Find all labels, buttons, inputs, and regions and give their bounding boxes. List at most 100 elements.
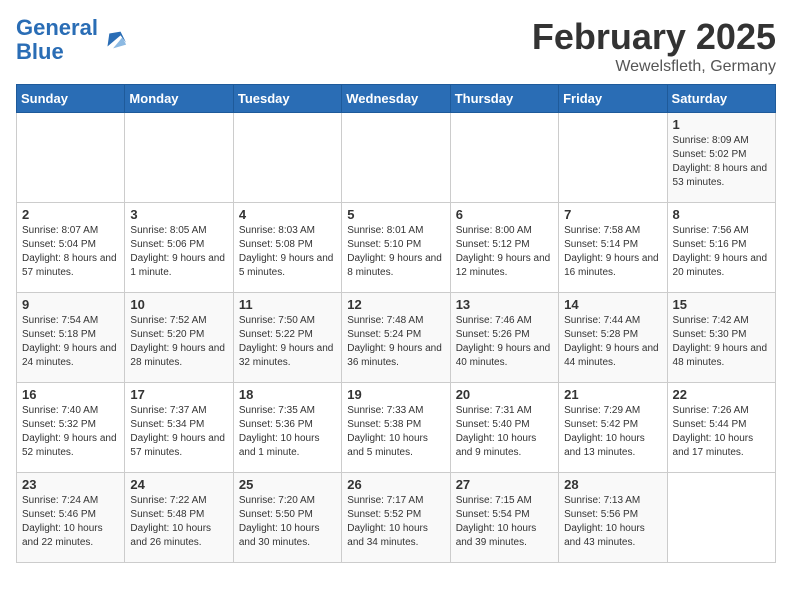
day-cell: 8 Sunrise: 7:56 AM Sunset: 5:16 PM Daylig… [667, 203, 775, 293]
day-info: Sunrise: 8:09 AM Sunset: 5:02 PM Dayligh… [673, 134, 770, 190]
day-cell [17, 113, 125, 203]
day-number: 4 [239, 207, 336, 222]
day-info: Sunrise: 8:00 AM Sunset: 5:12 PM Dayligh… [456, 224, 553, 280]
day-cell: 7 Sunrise: 7:58 AM Sunset: 5:14 PM Daylig… [559, 203, 667, 293]
day-number: 6 [456, 207, 553, 222]
day-cell: 22Sunrise: 7:26 AM Sunset: 5:44 PM Dayli… [667, 383, 775, 473]
weekday-header-sunday: Sunday [17, 85, 125, 113]
day-cell: 16 Sunrise: 7:40 AM Sunset: 5:32 PM Dayli… [17, 383, 125, 473]
day-info: Sunrise: 7:33 AM Sunset: 5:38 PM Dayligh… [347, 404, 444, 460]
day-cell [667, 473, 775, 563]
day-info: Sunrise: 7:20 AM Sunset: 5:50 PM Dayligh… [239, 494, 336, 550]
day-cell: 3Sunrise: 8:05 AM Sunset: 5:06 PM Daylig… [125, 203, 233, 293]
day-cell: 6 Sunrise: 8:00 AM Sunset: 5:12 PM Daylig… [450, 203, 558, 293]
logo-blue: Blue [16, 39, 64, 64]
day-cell [450, 113, 558, 203]
day-info: Sunrise: 7:13 AM Sunset: 5:56 PM Dayligh… [564, 494, 661, 550]
day-number: 1 [673, 117, 770, 132]
day-cell: 17Sunrise: 7:37 AM Sunset: 5:34 PM Dayli… [125, 383, 233, 473]
day-number: 16 [22, 387, 119, 402]
logo-text: General Blue [16, 16, 98, 64]
day-info: Sunrise: 8:07 AM Sunset: 5:04 PM Dayligh… [22, 224, 119, 280]
day-cell: 26 Sunrise: 7:17 AM Sunset: 5:52 PM Dayli… [342, 473, 450, 563]
day-cell: 13 Sunrise: 7:46 AM Sunset: 5:26 PM Dayli… [450, 293, 558, 383]
week-row-1: 1 Sunrise: 8:09 AM Sunset: 5:02 PM Daylig… [17, 113, 776, 203]
day-number: 9 [22, 297, 119, 312]
day-number: 25 [239, 477, 336, 492]
day-info: Sunrise: 7:35 AM Sunset: 5:36 PM Dayligh… [239, 404, 336, 460]
day-cell: 5 Sunrise: 8:01 AM Sunset: 5:10 PM Daylig… [342, 203, 450, 293]
day-number: 8 [673, 207, 770, 222]
day-number: 5 [347, 207, 444, 222]
day-number: 26 [347, 477, 444, 492]
calendar-table: SundayMondayTuesdayWednesdayThursdayFrid… [16, 84, 776, 563]
day-info: Sunrise: 8:05 AM Sunset: 5:06 PM Dayligh… [130, 224, 227, 280]
weekday-header-friday: Friday [559, 85, 667, 113]
day-info: Sunrise: 7:54 AM Sunset: 5:18 PM Dayligh… [22, 314, 119, 370]
day-cell: 9 Sunrise: 7:54 AM Sunset: 5:18 PM Daylig… [17, 293, 125, 383]
day-number: 17 [130, 387, 227, 402]
day-info: Sunrise: 8:03 AM Sunset: 5:08 PM Dayligh… [239, 224, 336, 280]
day-cell: 10 Sunrise: 7:52 AM Sunset: 5:20 PM Dayli… [125, 293, 233, 383]
day-cell: 25 Sunrise: 7:20 AM Sunset: 5:50 PM Dayli… [233, 473, 341, 563]
day-number: 28 [564, 477, 661, 492]
day-number: 2 [22, 207, 119, 222]
day-cell: 24 Sunrise: 7:22 AM Sunset: 5:48 PM Dayli… [125, 473, 233, 563]
day-info: Sunrise: 7:56 AM Sunset: 5:16 PM Dayligh… [673, 224, 770, 280]
day-cell: 21 Sunrise: 7:29 AM Sunset: 5:42 PM Dayli… [559, 383, 667, 473]
day-number: 21 [564, 387, 661, 402]
day-cell [233, 113, 341, 203]
day-info: Sunrise: 7:42 AM Sunset: 5:30 PM Dayligh… [673, 314, 770, 370]
day-cell: 2 Sunrise: 8:07 AM Sunset: 5:04 PM Daylig… [17, 203, 125, 293]
day-info: Sunrise: 7:15 AM Sunset: 5:54 PM Dayligh… [456, 494, 553, 550]
day-info: Sunrise: 7:46 AM Sunset: 5:26 PM Dayligh… [456, 314, 553, 370]
logo-icon [100, 26, 128, 54]
day-cell: 23Sunrise: 7:24 AM Sunset: 5:46 PM Dayli… [17, 473, 125, 563]
day-info: Sunrise: 8:01 AM Sunset: 5:10 PM Dayligh… [347, 224, 444, 280]
day-cell [342, 113, 450, 203]
day-number: 23 [22, 477, 119, 492]
day-number: 27 [456, 477, 553, 492]
day-info: Sunrise: 7:44 AM Sunset: 5:28 PM Dayligh… [564, 314, 661, 370]
day-cell: 11Sunrise: 7:50 AM Sunset: 5:22 PM Dayli… [233, 293, 341, 383]
day-number: 19 [347, 387, 444, 402]
title-block: February 2025 Wewelsfleth, Germany [532, 16, 776, 76]
month-title: February 2025 [532, 16, 776, 58]
day-info: Sunrise: 7:31 AM Sunset: 5:40 PM Dayligh… [456, 404, 553, 460]
day-cell: 19 Sunrise: 7:33 AM Sunset: 5:38 PM Dayli… [342, 383, 450, 473]
day-cell: 18 Sunrise: 7:35 AM Sunset: 5:36 PM Dayli… [233, 383, 341, 473]
day-info: Sunrise: 7:52 AM Sunset: 5:20 PM Dayligh… [130, 314, 227, 370]
day-info: Sunrise: 7:29 AM Sunset: 5:42 PM Dayligh… [564, 404, 661, 460]
logo-general: General [16, 15, 98, 40]
day-info: Sunrise: 7:48 AM Sunset: 5:24 PM Dayligh… [347, 314, 444, 370]
day-cell: 12Sunrise: 7:48 AM Sunset: 5:24 PM Dayli… [342, 293, 450, 383]
day-cell: 20 Sunrise: 7:31 AM Sunset: 5:40 PM Dayli… [450, 383, 558, 473]
page-header: General Blue February 2025 Wewelsfleth, … [16, 16, 776, 76]
day-cell: 4 Sunrise: 8:03 AM Sunset: 5:08 PM Daylig… [233, 203, 341, 293]
day-info: Sunrise: 7:22 AM Sunset: 5:48 PM Dayligh… [130, 494, 227, 550]
weekday-header-wednesday: Wednesday [342, 85, 450, 113]
day-info: Sunrise: 7:17 AM Sunset: 5:52 PM Dayligh… [347, 494, 444, 550]
day-number: 22 [673, 387, 770, 402]
week-row-4: 16 Sunrise: 7:40 AM Sunset: 5:32 PM Dayli… [17, 383, 776, 473]
day-cell: 27 Sunrise: 7:15 AM Sunset: 5:54 PM Dayli… [450, 473, 558, 563]
day-cell: 14Sunrise: 7:44 AM Sunset: 5:28 PM Dayli… [559, 293, 667, 383]
day-info: Sunrise: 7:58 AM Sunset: 5:14 PM Dayligh… [564, 224, 661, 280]
day-number: 7 [564, 207, 661, 222]
day-number: 18 [239, 387, 336, 402]
weekday-header-tuesday: Tuesday [233, 85, 341, 113]
day-number: 10 [130, 297, 227, 312]
day-cell [125, 113, 233, 203]
day-number: 13 [456, 297, 553, 312]
day-number: 11 [239, 297, 336, 312]
day-cell: 1 Sunrise: 8:09 AM Sunset: 5:02 PM Daylig… [667, 113, 775, 203]
day-cell [559, 113, 667, 203]
weekday-header-saturday: Saturday [667, 85, 775, 113]
weekday-header-row: SundayMondayTuesdayWednesdayThursdayFrid… [17, 85, 776, 113]
day-number: 24 [130, 477, 227, 492]
day-cell: 15Sunrise: 7:42 AM Sunset: 5:30 PM Dayli… [667, 293, 775, 383]
weekday-header-thursday: Thursday [450, 85, 558, 113]
day-info: Sunrise: 7:40 AM Sunset: 5:32 PM Dayligh… [22, 404, 119, 460]
day-number: 20 [456, 387, 553, 402]
week-row-5: 23Sunrise: 7:24 AM Sunset: 5:46 PM Dayli… [17, 473, 776, 563]
